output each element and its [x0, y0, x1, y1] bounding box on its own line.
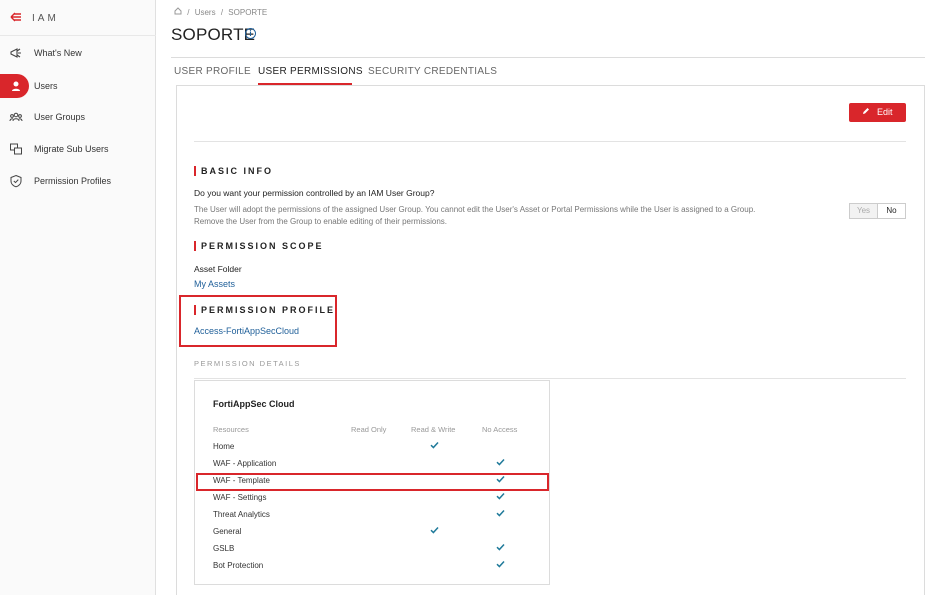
- section-title-permission-profile: PERMISSION PROFILE: [194, 305, 335, 315]
- sidebar-item-label: What's New: [34, 48, 82, 58]
- permission-details-title: PERMISSION DETAILS: [194, 359, 301, 368]
- user-group-icon: [9, 110, 23, 124]
- check-icon: [430, 526, 440, 536]
- user-icon: [9, 79, 23, 93]
- highlight-box: [196, 473, 549, 491]
- sidebar-item-user-groups[interactable]: User Groups: [0, 105, 156, 129]
- table-row-resource: General: [213, 527, 242, 536]
- toggle-no-option[interactable]: No: [878, 204, 905, 218]
- pencil-icon: [862, 107, 873, 117]
- sidebar-item-label: User Groups: [34, 112, 86, 122]
- sidebar: IAM What's New Users User Groups Migrate…: [0, 0, 156, 595]
- asset-folder-label: Asset Folder: [194, 264, 242, 274]
- megaphone-icon: [9, 46, 23, 60]
- column-header-resources: Resources: [213, 425, 249, 434]
- divider: [194, 141, 906, 142]
- breadcrumb-users[interactable]: Users: [195, 8, 216, 17]
- sidebar-item-permission-profiles[interactable]: Permission Profiles: [0, 169, 156, 193]
- table-row-resource: WAF - Settings: [213, 493, 267, 502]
- breadcrumb-current: SOPORTE: [228, 8, 268, 17]
- highlight-box: [179, 295, 337, 347]
- app-title: IAM: [32, 13, 59, 24]
- check-icon: [496, 458, 506, 468]
- section-title-permission-scope: PERMISSION SCOPE: [194, 241, 324, 251]
- breadcrumb-separator: /: [220, 8, 224, 17]
- table-row-resource: Threat Analytics: [213, 510, 270, 519]
- check-icon: [496, 492, 506, 502]
- table-row-resource: WAF - Application: [213, 459, 277, 468]
- sidebar-item-migrate-sub-users[interactable]: Migrate Sub Users: [0, 137, 156, 161]
- column-header-no-access: No Access: [482, 425, 518, 434]
- check-icon: [496, 560, 506, 570]
- group-control-question: Do you want your permission controlled b…: [194, 188, 435, 198]
- edit-button[interactable]: Edit: [849, 103, 906, 122]
- info-icon[interactable]: i: [245, 28, 256, 39]
- divider: [171, 57, 925, 58]
- collapse-menu-icon[interactable]: [10, 12, 22, 22]
- permission-profile-link[interactable]: Access-FortiAppSecCloud: [194, 326, 299, 336]
- check-icon: [430, 441, 440, 451]
- sidebar-item-whats-new[interactable]: What's New: [0, 41, 156, 65]
- page-title: SOPORTE: [171, 25, 256, 44]
- table-row-resource: GSLB: [213, 544, 235, 553]
- section-title-basic-info: BASIC INFO: [194, 166, 273, 176]
- sidebar-header: IAM: [0, 0, 156, 36]
- sidebar-item-label: Users: [34, 81, 58, 91]
- column-header-read-only: Read Only: [351, 425, 387, 434]
- breadcrumb: / Users / SOPORTE: [174, 7, 270, 17]
- migrate-icon: [9, 142, 23, 156]
- group-control-toggle[interactable]: Yes No: [849, 203, 906, 219]
- tab-user-profile[interactable]: USER PROFILE: [174, 66, 251, 77]
- toggle-yes-option[interactable]: Yes: [850, 204, 878, 218]
- sidebar-item-users[interactable]: Users: [0, 74, 156, 98]
- table-row-resource: Home: [213, 442, 235, 451]
- sidebar-item-label: Migrate Sub Users: [34, 144, 109, 154]
- check-icon: [496, 509, 506, 519]
- tab-security-credentials[interactable]: SECURITY CREDENTIALS: [368, 66, 497, 77]
- group-control-description: The User will adopt the permissions of t…: [194, 205, 756, 226]
- table-row-resource: Bot Protection: [213, 561, 264, 570]
- shield-icon: [9, 174, 23, 188]
- sidebar-item-label: Permission Profiles: [34, 176, 112, 186]
- card-title: FortiAppSec Cloud: [213, 399, 295, 409]
- check-icon: [496, 543, 506, 553]
- column-header-read-write: Read & Write: [411, 425, 456, 434]
- edit-button-label: Edit: [877, 107, 893, 117]
- breadcrumb-separator: /: [187, 8, 190, 17]
- home-icon[interactable]: [174, 7, 184, 17]
- asset-folder-link[interactable]: My Assets: [194, 279, 235, 289]
- divider: [194, 378, 906, 379]
- tab-user-permissions[interactable]: USER PERMISSIONS: [258, 66, 363, 77]
